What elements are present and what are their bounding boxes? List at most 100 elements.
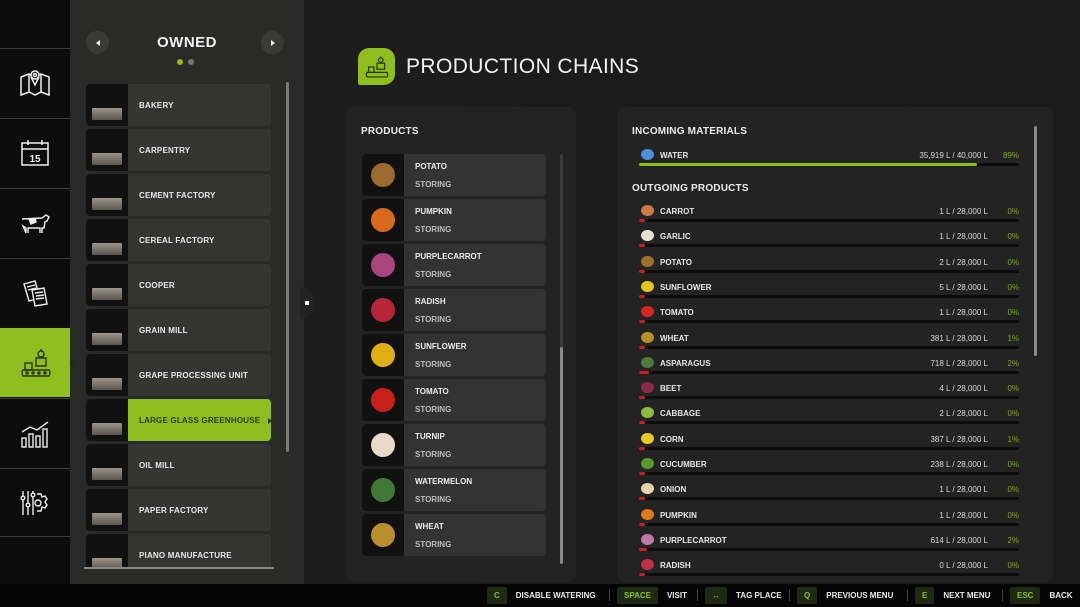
place-thumbnail — [86, 354, 128, 396]
map-pin-icon — [20, 70, 50, 97]
place-label: GRAIN MILL — [139, 325, 188, 335]
key-hint: C — [487, 587, 507, 604]
material-amount: 2 L / 28,000 L — [939, 409, 988, 419]
place-label: PAPER FACTORY — [139, 505, 209, 515]
product-item[interactable]: PUMPKIN STORING — [362, 199, 546, 241]
product-status: STORING — [415, 404, 452, 414]
page-dot[interactable] — [188, 59, 194, 65]
product-name: WHEAT — [415, 521, 444, 531]
material-amount: 2 L / 28,000 L — [939, 257, 988, 267]
page-title: PRODUCTION CHAINS — [406, 55, 640, 78]
owned-place-item[interactable]: CEREAL FACTORY — [86, 219, 271, 261]
material-percent: 0% — [1007, 485, 1019, 495]
material-amount: 614 L / 28,000 L — [930, 535, 988, 545]
rail-item-statistics[interactable] — [0, 398, 70, 467]
owned-place-item[interactable]: COOPER — [86, 264, 271, 306]
fill-level-bar — [639, 472, 1019, 475]
fill-level — [639, 320, 645, 324]
fill-level — [639, 573, 645, 577]
product-status: STORING — [415, 359, 452, 369]
place-label: GRAPE PROCESSING UNIT — [139, 370, 249, 380]
material-percent: 2% — [1007, 535, 1019, 545]
product-name: TOMATO — [415, 386, 449, 396]
material-name: CABBAGE — [660, 409, 701, 419]
product-thumbnail — [362, 469, 404, 511]
product-thumbnail — [362, 289, 404, 331]
documents-icon — [23, 280, 48, 307]
fill-level-bar — [639, 522, 1019, 526]
owned-place-item[interactable]: GRAIN MILL — [86, 309, 271, 351]
owned-place-item[interactable]: LARGE GLASS GREENHOUSE — [86, 399, 271, 441]
help-action-tag-place[interactable]: ↔ TAG PLACE — [705, 587, 782, 604]
owned-place-item[interactable]: PAPER FACTORY — [86, 489, 271, 531]
product-item[interactable]: RADISH STORING — [362, 289, 546, 331]
product-item[interactable]: WHEAT STORING — [362, 514, 546, 556]
product-status: STORING — [415, 179, 452, 189]
owned-place-item[interactable]: OIL MILL — [86, 444, 271, 486]
cow-icon — [21, 214, 50, 234]
place-thumbnail — [86, 264, 128, 306]
owned-list-scrollbar[interactable] — [286, 82, 289, 452]
fill-level — [639, 345, 645, 349]
rail-item-production[interactable] — [0, 328, 78, 397]
product-item[interactable]: TURNIP STORING — [362, 424, 546, 466]
products-scrollbar[interactable] — [560, 347, 563, 564]
product-item[interactable]: PURPLECARROT STORING — [362, 244, 546, 286]
help-action-back[interactable]: ESC BACK — [1010, 587, 1073, 604]
product-name: TURNIP — [415, 431, 445, 441]
product-item[interactable]: TOMATO STORING — [362, 379, 546, 421]
products-panel: PRODUCTS POTATO STORING PUMPKIN STORING PURP… — [346, 107, 576, 582]
rail-item-calendar[interactable]: 15 — [0, 118, 70, 187]
page-dot[interactable] — [177, 59, 183, 65]
fill-level — [639, 244, 645, 248]
separator — [1002, 590, 1003, 601]
place-thumbnail — [86, 129, 128, 171]
action-label: DISABLE WATERING — [515, 591, 596, 600]
owned-place-item[interactable]: CEMENT FACTORY — [86, 174, 271, 216]
action-label: TAG PLACE — [736, 591, 782, 600]
owned-place-item[interactable]: CARPENTRY — [86, 129, 271, 171]
product-thumbnail — [362, 334, 404, 376]
help-action-visit[interactable]: SPACE VISIT — [617, 587, 687, 604]
material-name: WATER — [660, 151, 689, 160]
rail-item-map[interactable] — [0, 48, 70, 117]
fill-level-bar — [639, 320, 1019, 324]
rail-item-animals[interactable] — [0, 188, 70, 257]
product-thumbnail — [362, 514, 404, 556]
collapse-panel-button[interactable] — [300, 287, 314, 319]
place-label: COOPER — [139, 280, 175, 290]
help-action-previous-menu[interactable]: Q PREVIOUS MENU — [797, 587, 893, 604]
product-item[interactable]: SUNFLOWER STORING — [362, 334, 546, 376]
fill-level-bar — [639, 497, 1019, 501]
purplecarrot-icon — [371, 253, 395, 277]
help-action-next-menu[interactable]: E NEXT MENU — [915, 587, 990, 604]
fill-level-bar — [639, 345, 1019, 349]
owned-place-item[interactable]: GRAPE PROCESSING UNIT — [86, 354, 271, 396]
action-label: NEXT MENU — [943, 591, 991, 600]
garlic-icon — [641, 230, 654, 242]
owned-place-item[interactable]: BAKERY — [86, 84, 271, 126]
outgoing-product-row: RADISH 0 L / 28,000 L 0% — [639, 559, 1019, 582]
help-action-disable-watering[interactable]: C DISABLE WATERING — [487, 587, 596, 604]
material-amount: 718 L / 28,000 L — [930, 358, 988, 368]
material-name: POTATO — [660, 257, 692, 267]
rail-item-contracts[interactable] — [0, 258, 70, 327]
incoming-materials-title: INCOMING MATERIALS — [632, 126, 748, 137]
place-label: LARGE GLASS GREENHOUSE — [128, 399, 271, 441]
fill-level-bar — [639, 219, 1019, 222]
place-label: OIL MILL — [139, 460, 175, 470]
product-item[interactable]: WATERMELON STORING — [362, 469, 546, 511]
owned-place-item[interactable]: PIANO MANUFACTURE — [86, 534, 271, 568]
list-divider — [84, 567, 274, 569]
separator — [789, 590, 790, 601]
product-item[interactable]: POTATO STORING — [362, 154, 546, 196]
outgoing-product-row: PUMPKIN 1 L / 28,000 L 0% — [639, 508, 1019, 534]
production-chains-screen: 15 OWNED BAKERY CARPENTRY CEMENT FACTORY… — [0, 0, 1080, 607]
materials-scrollbar[interactable] — [1034, 126, 1037, 356]
watermelon-icon — [371, 478, 395, 502]
material-percent: 0% — [1007, 232, 1019, 242]
materials-panel: INCOMING MATERIALS OUTGOING PRODUCTS WAT… — [617, 107, 1053, 582]
rail-item-settings[interactable] — [0, 468, 70, 537]
next-category-button[interactable] — [261, 31, 284, 54]
product-thumbnail — [362, 379, 404, 421]
